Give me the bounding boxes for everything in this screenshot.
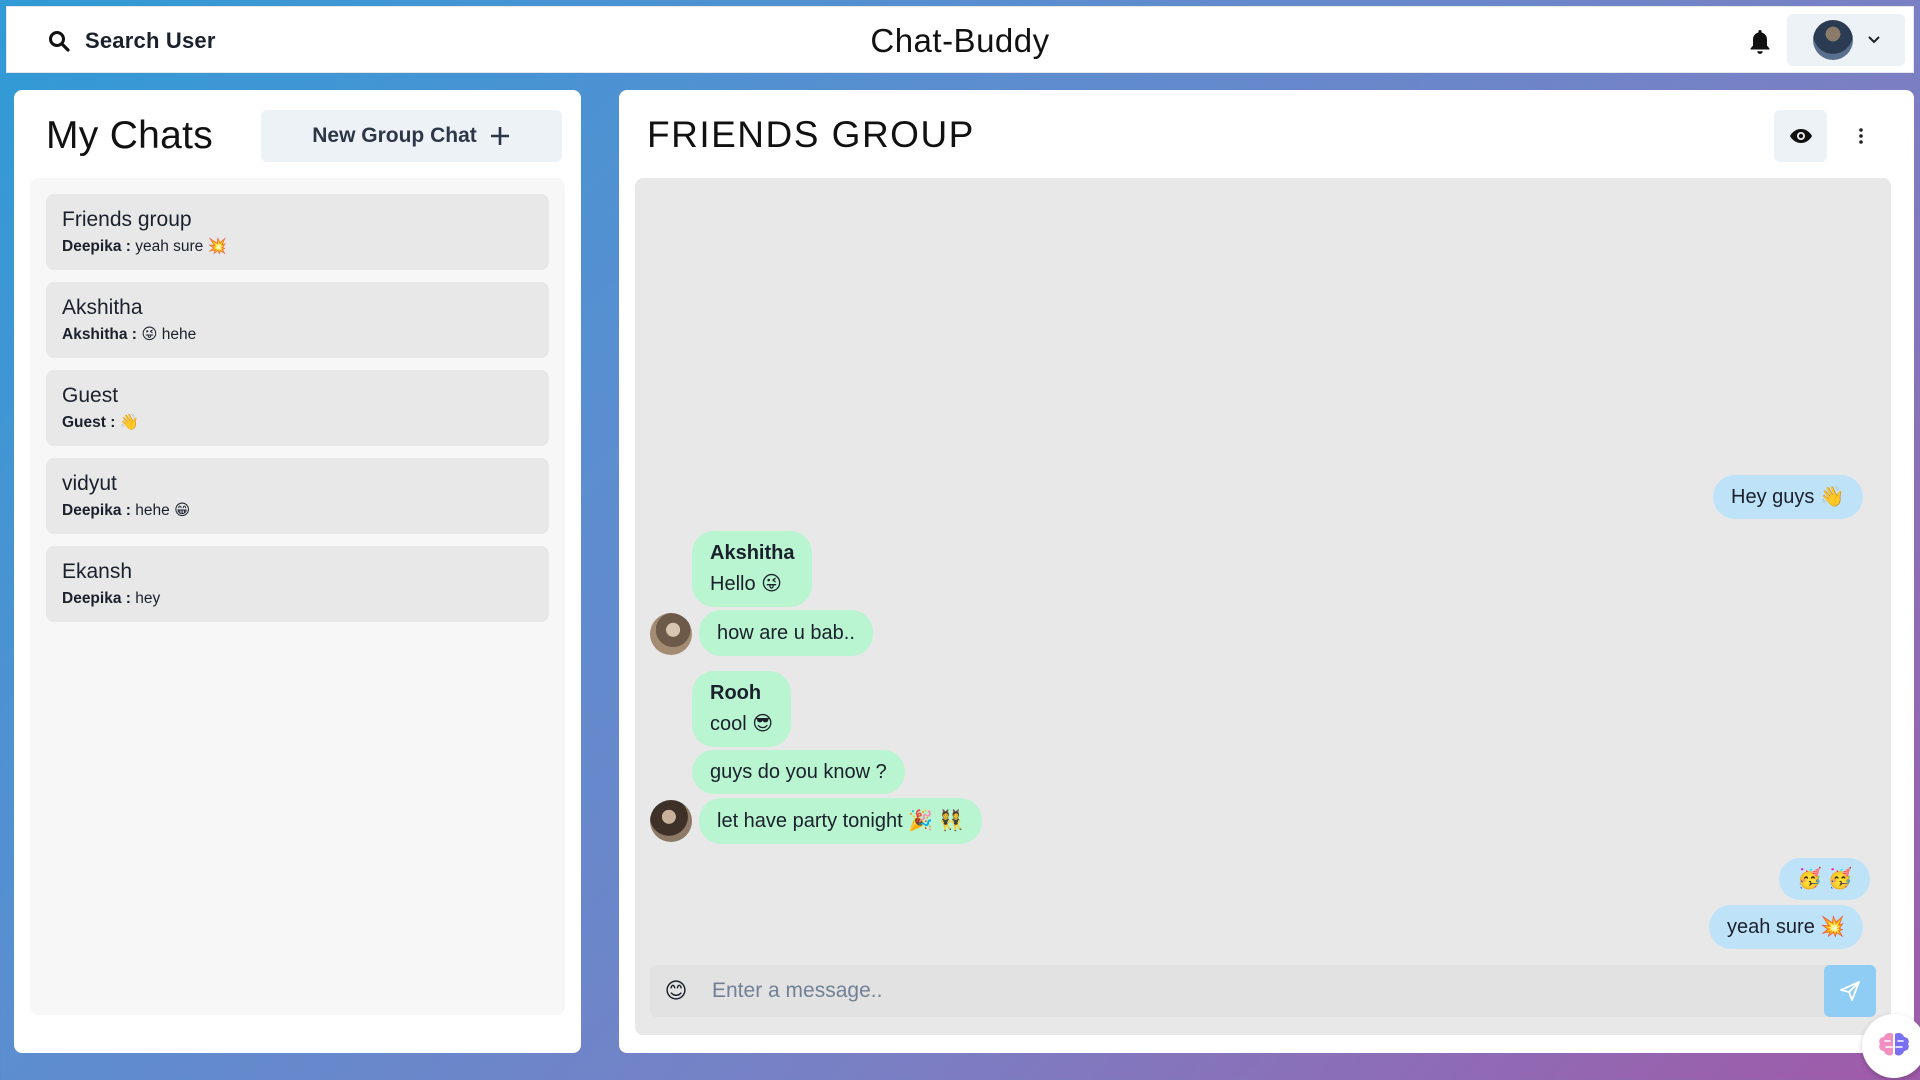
message-text: let have party tonight 🎉 👯 [717, 810, 964, 832]
chat-list-item[interactable]: Ekansh Deepika : hey [46, 546, 549, 622]
assistant-fab-button[interactable] [1862, 1014, 1920, 1078]
brain-icon [1879, 1033, 1909, 1056]
more-vertical-icon [1859, 128, 1863, 144]
profile-menu-button[interactable] [1787, 14, 1905, 66]
chat-preview-text: hehe 😁 [135, 502, 191, 519]
chat-preview-sender: Akshitha : [62, 326, 137, 343]
message-author: Rooh [710, 682, 762, 704]
message-text: guys do you know ? [710, 761, 887, 783]
plus-icon [490, 127, 509, 145]
message-bubble: how are u bab.. [699, 610, 873, 656]
send-icon [1840, 981, 1860, 1001]
chat-preview: Deepika : hey [62, 589, 533, 609]
chat-name: vidyut [62, 472, 117, 495]
top-header: Search User Chat-Buddy [6, 6, 1914, 73]
eye-icon [1789, 129, 1812, 143]
chat-list-item[interactable]: Akshitha Akshitha : 😜 hehe [46, 282, 549, 358]
chat-list-item[interactable]: vidyut Deepika : hehe 😁 [46, 458, 549, 534]
view-group-info-button[interactable] [1774, 110, 1827, 162]
chat-preview-sender: Deepika : [62, 502, 131, 519]
chevron-down-icon [1868, 36, 1880, 44]
message-text: cool 😎 [710, 713, 774, 735]
message-text: yeah sure 💥 [1727, 916, 1846, 938]
chat-preview-sender: Deepika : [62, 590, 131, 607]
smiley-icon[interactable]: 😊 [650, 965, 702, 1017]
search-icon [49, 31, 70, 52]
message-bubble: let have party tonight 🎉 👯 [699, 798, 982, 844]
chat-preview: Akshitha : 😜 hehe [62, 325, 533, 345]
app-title: Chat-Buddy [870, 22, 1050, 59]
my-chats-title: My Chats [46, 114, 214, 157]
chat-name: Friends group [62, 208, 192, 231]
my-chats-panel: My Chats New Group Chat Friends group De… [14, 90, 581, 1053]
chat-preview-sender: Deepika : [62, 238, 131, 255]
search-user-label: Search User [85, 28, 216, 53]
chat-list: Friends group Deepika : yeah sure 💥 Aksh… [30, 178, 565, 1015]
message-bubble: yeah sure 💥 [1709, 905, 1864, 949]
message-text: Hey guys 👋 [1731, 486, 1845, 508]
chat-preview-sender: Guest : [62, 414, 116, 431]
message-text: Hello 😜 [710, 573, 782, 595]
avatar [1813, 20, 1853, 60]
chat-preview-text: hey [135, 590, 161, 607]
message-input-bar: 😊 [650, 965, 1876, 1017]
message-area[interactable]: Hey guys 👋 Akshitha Hello 😜 how are u ba… [635, 178, 1891, 1035]
chat-list-item[interactable]: Guest Guest : 👋 [46, 370, 549, 446]
message-author: Akshitha [710, 542, 795, 564]
bell-icon [1750, 30, 1770, 54]
message-bubble: guys do you know ? [692, 750, 905, 794]
chat-preview-text: 😜 hehe [141, 326, 197, 343]
more-options-button[interactable] [1847, 120, 1875, 152]
notification-bell-button[interactable] [1745, 27, 1775, 57]
message-text: how are u bab.. [717, 622, 855, 644]
chat-preview: Deepika : yeah sure 💥 [62, 237, 533, 257]
chat-preview-text: yeah sure 💥 [135, 238, 227, 255]
message-bubble: Akshitha Hello 😜 [692, 531, 813, 607]
message-bubble: Rooh cool 😎 [692, 671, 792, 747]
new-group-chat-button[interactable]: New Group Chat [261, 110, 562, 162]
message-bubble: Hey guys 👋 [1713, 475, 1863, 519]
message-text: 🥳 🥳 [1797, 868, 1853, 890]
avatar [650, 800, 692, 842]
chat-name: Akshitha [62, 296, 143, 319]
conversation-title: FRIENDS GROUP [647, 114, 975, 155]
conversation-panel: FRIENDS GROUP Hey guys 👋 Akshitha Hello … [619, 90, 1914, 1053]
chat-preview-text: 👋 [119, 414, 140, 431]
chat-preview: Guest : 👋 [62, 413, 533, 433]
message-input[interactable] [702, 965, 1824, 1017]
search-user-button[interactable]: Search User [35, 21, 228, 61]
chat-name: Guest [62, 384, 119, 407]
chat-preview: Deepika : hehe 😁 [62, 501, 533, 521]
chat-name: Ekansh [62, 560, 133, 583]
avatar [650, 613, 692, 655]
new-group-chat-label: New Group Chat [312, 124, 477, 147]
chat-list-item[interactable]: Friends group Deepika : yeah sure 💥 [46, 194, 549, 270]
send-button[interactable] [1824, 965, 1876, 1017]
message-bubble: 🥳 🥳 [1779, 858, 1871, 900]
